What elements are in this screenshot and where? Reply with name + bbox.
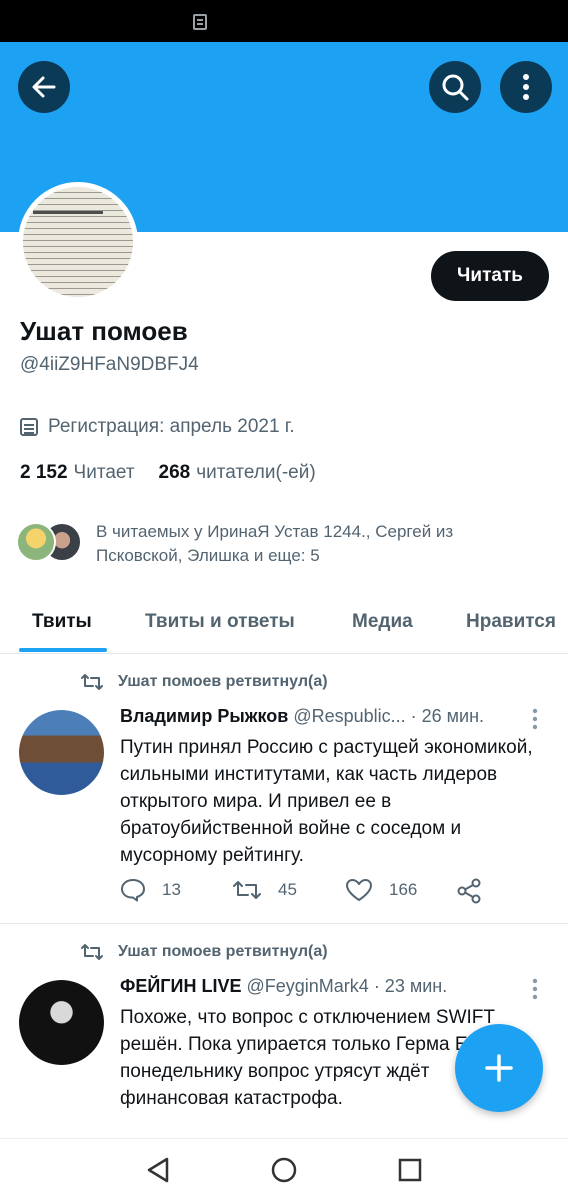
display-name: Ушат помоев [20,316,188,346]
join-date: Регистрация: апрель 2021 г. [20,416,295,438]
reply-count: 13 [162,880,181,899]
follow-counts: 2 152 Читает 268 читатели(-ей) [20,462,316,484]
following-count: 2 152 [20,462,68,483]
author-avatar[interactable] [19,710,104,795]
tweet-text: Путин принял Россию с растущей экономико… [120,737,533,866]
retweet-count: 45 [278,880,297,899]
more-options-button[interactable] [500,61,552,113]
followers-link[interactable]: 268 читатели(-ей) [159,462,316,484]
search-button[interactable] [429,61,481,113]
author-name[interactable]: ФЕЙГИН LIVE [120,976,241,996]
profile-avatar[interactable] [18,182,138,302]
active-tab-indicator [19,648,107,652]
retweet-icon [81,674,103,690]
tweet-actions: 13 45 166 [120,878,540,908]
nav-back-icon[interactable] [143,1155,173,1185]
following-link[interactable]: 2 152 Читает [20,462,135,484]
avatar-document-image [23,187,133,297]
author-name[interactable]: Владимир Рыжков [120,706,288,726]
like-count: 166 [389,880,418,899]
nav-recents-icon[interactable] [395,1155,425,1185]
author-handle: @FeyginMark4 [246,976,369,996]
following-label: Читает [73,462,135,483]
mutual-followers-text: В читаемых у ИринаЯ Устав 1244., Сергей … [96,522,454,565]
heart-icon [346,879,372,901]
retweet-icon [233,881,261,899]
share-button[interactable] [456,878,482,904]
retweet-context: Ушат помоев ретвитнул(а) [80,942,328,962]
tweet-more-icon[interactable] [532,978,538,1000]
retweet-label: Ушат помоев ретвитнул(а) [118,673,328,690]
plus-icon [485,1054,513,1082]
share-icon [457,878,481,904]
tweet-time: · 26 мин. [410,706,485,726]
tweet-header: ФЕЙГИН LIVE @FeyginMark4 · 23 мин. [120,976,447,997]
join-date-text: Регистрация: апрель 2021 г. [48,416,295,437]
status-bar [0,0,568,42]
followers-label: читатели(-ей) [196,462,316,483]
notification-icon [193,14,207,30]
tab-media[interactable]: Медиа [352,590,413,653]
tweet-time: · 23 мин. [373,976,448,996]
user-handle: @4iiZ9HFaN9DBFJ4 [20,354,199,375]
arrow-left-icon [32,76,56,98]
followers-count: 268 [158,462,191,483]
retweet-button[interactable]: 45 [232,878,297,902]
tab-tweets-and-replies[interactable]: Твиты и ответы [145,590,295,653]
mutual-followers[interactable]: В читаемых у ИринаЯ Устав 1244., Сергей … [16,520,556,566]
like-button[interactable]: 166 [345,878,417,902]
tweet-more-icon[interactable] [532,708,538,730]
reply-button[interactable]: 13 [120,878,181,902]
more-vertical-icon [523,74,529,100]
follow-button[interactable]: Читать [431,251,549,301]
system-navigation-bar [0,1138,568,1200]
search-icon [442,74,469,101]
tab-tweets[interactable]: Твиты [32,590,92,653]
retweet-icon [81,944,103,960]
nav-home-icon[interactable] [269,1155,299,1185]
tweet-header: Владимир Рыжков @Respublic... · 26 мин. [120,706,484,727]
mutual-avatar [16,522,56,562]
compose-tweet-button[interactable] [455,1024,543,1112]
author-avatar[interactable] [19,980,104,1065]
calendar-icon [20,418,38,436]
reply-icon [121,879,145,902]
author-handle: @Respublic... [293,706,406,726]
tweet[interactable]: Ушат помоев ретвитнул(а) Владимир Рыжков… [0,664,568,924]
retweet-label: Ушат помоев ретвитнул(а) [118,943,328,960]
retweet-context: Ушат помоев ретвитнул(а) [80,672,328,692]
back-button[interactable] [18,61,70,113]
tab-likes[interactable]: Нравится [466,590,556,653]
profile-tabs: Твиты Твиты и ответы Медиа Нравится [0,590,568,654]
